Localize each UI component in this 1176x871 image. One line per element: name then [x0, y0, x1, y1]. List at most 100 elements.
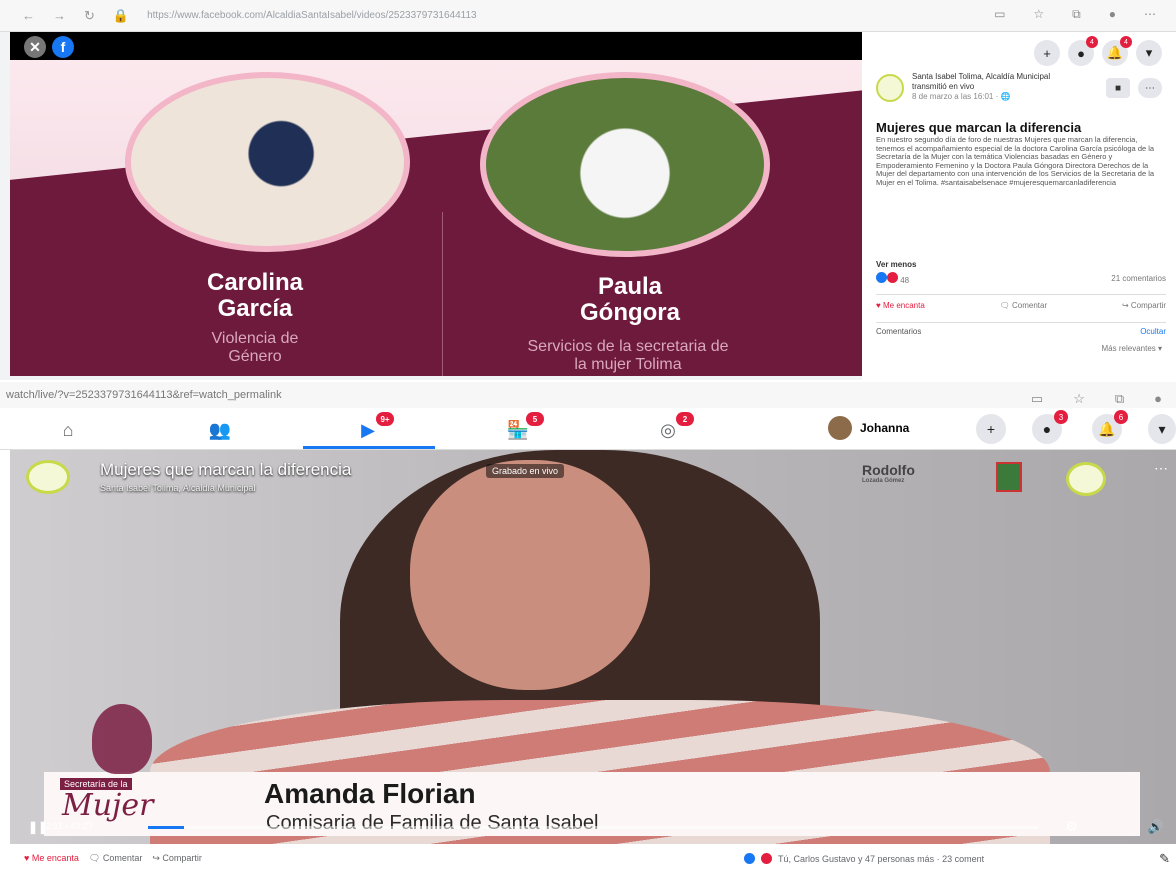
speaker2-last-name: Góngora [580, 299, 680, 326]
sidebar-header-icons: + ● 4 🔔 4 ▾ [1034, 36, 1162, 66]
mayor-logo: Rodolfo Lozada Gómez [862, 462, 915, 484]
love-reaction-icon [761, 853, 772, 864]
reaction-summary[interactable]: 48 21 comentarios [876, 272, 1166, 285]
speaker2-topic-line2: la mujer Tolima [574, 356, 682, 373]
post-date: 8 de marzo a las 16:01 · 🌐 [912, 92, 1011, 101]
recorded-live-tag: Grabado en vivo [486, 464, 565, 478]
account-chevron-icon[interactable]: ▾ [1136, 40, 1162, 66]
video-more-icon[interactable]: ⋯ [1154, 460, 1168, 477]
lock-icon: 🔒 [112, 7, 130, 23]
page-avatar[interactable] [876, 74, 904, 102]
live-page-avatar[interactable] [26, 460, 70, 494]
video-controls: ❚❚ 2:11 / 43:27 ⚙ 🔊 [10, 812, 1176, 842]
notifications-icon[interactable]: 🔔 6 [1092, 410, 1128, 444]
comments-sort[interactable]: Más relevantes ▾ [1102, 344, 1162, 353]
home-icon[interactable]: ⌂ [48, 414, 88, 446]
post-options-icon[interactable]: ⋯ [1138, 78, 1162, 98]
speaker2-name: Paula Góngora [500, 274, 760, 326]
top-url-text[interactable]: https://www.facebook.com/AlcaldiaSantaIs… [147, 10, 476, 21]
reaction-summary[interactable]: Tú, Carlos Gustavo y 47 personas más · 2… [744, 853, 984, 864]
bottom-address-bar: watch/live/?v=2523379731644113&ref=watch… [0, 382, 1176, 408]
speaker1-topic-line2: Género [228, 348, 282, 365]
mayor-logo-text: Rodolfo [862, 462, 915, 478]
back-icon[interactable]: ← [22, 8, 35, 23]
video-time: 2:11 / 43:27 [46, 821, 93, 831]
bottom-url-text[interactable]: watch/live/?v=2523379731644113&ref=watch… [6, 389, 282, 401]
post-body: En nuestro segundo día de foro de nuestr… [876, 135, 1155, 187]
notifications-badge: 6 [1114, 410, 1128, 424]
create-icon[interactable]: + [1034, 40, 1060, 66]
alcaldia-logo-icon [1066, 462, 1106, 496]
speaker1-last-name: García [217, 295, 293, 322]
love-button[interactable]: ♥ Me encanta [24, 853, 79, 864]
speaker1-topic-line1: Violencia de [211, 330, 299, 347]
love-label: Me encanta [882, 301, 925, 310]
close-icon[interactable]: ✕ [24, 36, 46, 58]
friends-icon[interactable]: 👥 [200, 414, 240, 446]
top-address-bar: ← → ↻ 🔒 https://www.facebook.com/Alcaldi… [0, 0, 1176, 32]
reader-icon[interactable]: ▭ [994, 7, 1005, 22]
love-button[interactable]: ♥ Me encanta [876, 301, 925, 310]
watch-badge: 9+ [376, 412, 394, 426]
notifications-badge: 4 [1120, 36, 1132, 48]
live-video-title[interactable]: Mujeres que marcan la diferencia [100, 460, 351, 480]
post-actions: ♥ Me encanta 🗨 Comentar ↪ Compartir [876, 294, 1166, 310]
collections-icon[interactable]: ⧉ [1072, 7, 1081, 22]
marketplace-icon[interactable]: 🏪 5 [498, 412, 544, 446]
facebook-logo-icon[interactable]: f [52, 36, 74, 58]
reactions-count[interactable]: 48 [900, 276, 909, 285]
messenger-icon[interactable]: ● 3 [1032, 410, 1068, 444]
messenger-badge: 3 [1054, 410, 1068, 424]
woman-silhouette-icon [92, 704, 152, 774]
more-icon[interactable]: ⋯ [1144, 7, 1156, 22]
account-chevron-icon[interactable]: ▾ [1148, 414, 1176, 444]
comments-header: Comentarios Ocultar [876, 322, 1166, 336]
comment-label: Comentar [1012, 301, 1048, 310]
top-video-player[interactable]: ✕ f Carolina García Violencia de Género … [10, 32, 862, 376]
comment-icon: 🗨 [88, 853, 101, 863]
marketplace-badge: 5 [526, 412, 544, 426]
post-title: Mujeres que marcan la diferencia [876, 120, 1082, 135]
top-browser-window: ← → ↻ 🔒 https://www.facebook.com/Alcaldi… [0, 0, 1176, 380]
bottom-post-actions: ♥ Me encanta 🗨 Comentar ↪ Compartir Tú, … [0, 846, 1176, 871]
comment-button[interactable]: 🗨 Comentar [1000, 301, 1048, 310]
share-button[interactable]: ↪ Compartir [1122, 301, 1166, 310]
watch-icon[interactable]: ▶ 9+ [348, 412, 394, 446]
share-icon: ↪ [152, 853, 160, 863]
speaker-photo-paula [480, 72, 770, 257]
share-button[interactable]: ↪ Compartir [152, 853, 202, 864]
edit-icon[interactable]: ✎ [1159, 851, 1170, 867]
volume-icon[interactable]: 🔊 [1148, 819, 1164, 835]
settings-gear-icon[interactable]: ⚙ [1065, 818, 1078, 835]
messenger-badge: 4 [1086, 36, 1098, 48]
share-label: Compartir [162, 853, 202, 863]
video-progress-bar[interactable] [148, 826, 1038, 829]
favorite-icon[interactable]: ☆ [1033, 7, 1044, 22]
messenger-icon[interactable]: ● 4 [1068, 36, 1098, 66]
comments-count[interactable]: 21 comentarios [1111, 274, 1166, 283]
video-person-face [410, 460, 650, 690]
forward-icon[interactable]: → [53, 8, 66, 23]
notifications-icon[interactable]: 🔔 4 [1102, 36, 1132, 66]
reload-icon[interactable]: ↻ [84, 8, 95, 24]
groups-icon[interactable]: ◎ 2 [648, 412, 694, 446]
profile-icon[interactable]: ● [1109, 7, 1116, 22]
comment-label: Comentar [102, 853, 143, 863]
comments-heading: Comentarios [876, 327, 922, 336]
page-name[interactable]: Santa Isabel Tolima, Alcaldía Municipal … [912, 72, 1082, 102]
page-name-text[interactable]: Santa Isabel Tolima, Alcaldía Municipal … [912, 72, 1082, 92]
see-less-link[interactable]: Ver menos [876, 260, 916, 269]
hide-comments-link[interactable]: Ocultar [1140, 327, 1166, 336]
comment-icon: 🗨 [999, 301, 1010, 310]
speaker2-topic: Servicios de la secretaria de la mujer T… [458, 338, 798, 374]
user-name: Johanna [860, 421, 910, 435]
create-icon[interactable]: + [976, 414, 1006, 444]
user-profile-link[interactable]: Johanna [828, 416, 909, 440]
comment-button[interactable]: 🗨 Comentar [89, 853, 142, 864]
post-sidebar: + ● 4 🔔 4 ▾ Santa Isabel Tolima, Alcaldía … [862, 32, 1176, 380]
reaction-summary-text[interactable]: Tú, Carlos Gustavo y 47 personas más · 2… [778, 854, 984, 864]
live-page-name[interactable]: Santa Isabel Tolima, Alcaldía Municipal [100, 483, 255, 493]
video-top-bar [10, 32, 862, 60]
bookmark-icon[interactable]: ■ [1106, 78, 1130, 98]
groups-badge: 2 [676, 412, 694, 426]
